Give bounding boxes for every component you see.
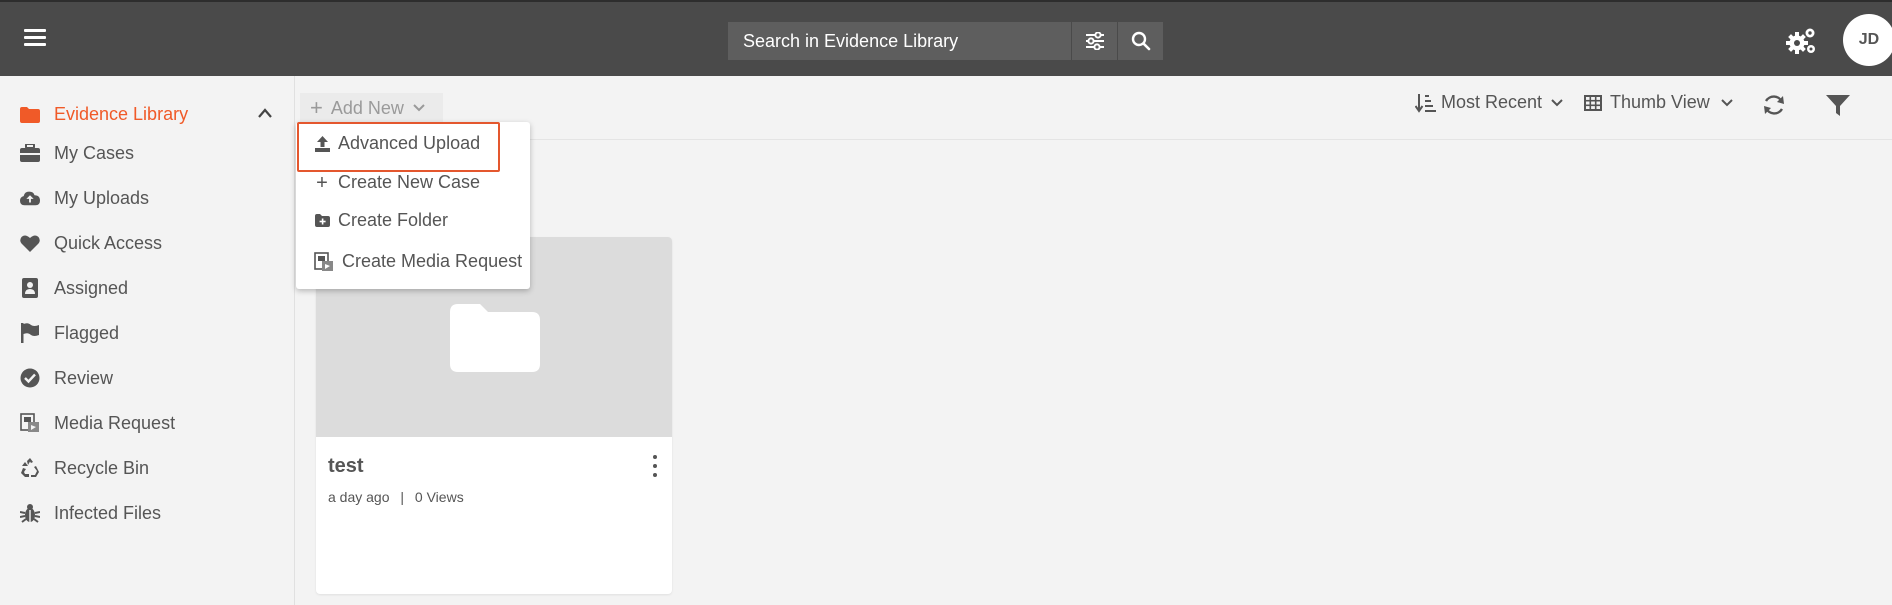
menu-item-label: Create Folder [338,210,449,230]
more-options-icon[interactable] [650,455,660,477]
filter-icon [1826,95,1850,116]
upload-icon [314,135,330,152]
folder-plus-icon [314,214,330,227]
chevron-up-icon[interactable] [257,107,273,119]
filter-button[interactable] [1826,95,1850,117]
menu-item-create-folder[interactable]: Create Folder [314,210,448,231]
sidebar-item-review[interactable]: Review [20,365,113,391]
cloud-upload-icon [20,188,40,208]
menu-item-label: Create Media Request [342,251,523,271]
sidebar-item-label: Media Request [54,412,176,433]
add-new-label: Add New [330,97,404,118]
toolbar-divider [296,139,1892,140]
sidebar-item-media-request[interactable]: Media Request [20,410,175,436]
sidebar: Evidence Library My Cases My Uploads Qui… [0,76,295,605]
chevron-down-icon [413,104,425,112]
hamburger-menu-icon[interactable] [24,29,46,47]
add-new-button[interactable]: + Add New [300,93,443,123]
sidebar-item-label: My Cases [54,142,135,163]
media-request-icon [314,251,334,272]
refresh-button[interactable] [1762,94,1786,116]
card-meta-separator: | [400,489,405,505]
gears-icon[interactable] [1785,26,1817,56]
heart-icon [20,233,40,253]
recycle-icon [20,458,40,478]
sidebar-item-label: My Uploads [54,187,150,208]
briefcase-icon [20,143,40,163]
user-avatar[interactable]: JD [1843,14,1892,66]
sidebar-item-infected-files[interactable]: Infected Files [20,500,161,526]
sidebar-item-label: Assigned [54,277,129,298]
flag-icon [20,323,40,343]
sidebar-item-label: Infected Files [54,502,162,523]
sidebar-head-label: Evidence Library [54,104,189,124]
sidebar-item-quick-access[interactable]: Quick Access [20,230,162,256]
folder-icon [450,304,540,372]
chevron-down-icon [1721,98,1733,106]
sliders-icon [1085,32,1104,50]
card-time: a day ago [328,489,390,505]
card-title: test [328,455,364,477]
top-bar: JD [0,0,1892,76]
menu-item-advanced-upload[interactable]: Advanced Upload [314,133,480,154]
check-circle-icon [20,368,40,388]
sort-dropdown[interactable]: Most Recent [1415,92,1564,113]
add-new-menu: Advanced Upload + Create New Case Create… [296,122,530,289]
card-views: 0 Views [414,489,464,505]
sidebar-item-my-uploads[interactable]: My Uploads [20,185,149,211]
plus-icon: + [310,95,323,120]
sidebar-item-flagged[interactable]: Flagged [20,320,119,346]
sidebar-item-recycle-bin[interactable]: Recycle Bin [20,455,149,481]
menu-item-create-media-request[interactable]: Create Media Request [314,251,522,272]
sidebar-item-label: Quick Access [54,232,163,253]
chevron-down-icon [1551,98,1563,106]
sidebar-item-assigned[interactable]: Assigned [20,275,128,301]
plus-icon: + [316,171,328,194]
refresh-icon [1764,95,1784,115]
view-label: Thumb View [1610,92,1710,112]
bug-icon [20,503,40,523]
card-meta: a day ago | 0 Views [328,489,464,505]
menu-item-create-new-case[interactable]: + Create New Case [314,172,480,193]
menu-item-label: Advanced Upload [338,133,481,153]
folder-card[interactable]: test a day ago | 0 Views [316,237,672,594]
view-dropdown[interactable]: Thumb View [1584,92,1734,113]
folder-icon [20,106,40,123]
sort-label: Most Recent [1441,92,1543,112]
media-request-icon [20,413,40,433]
contact-card-icon [20,278,40,298]
sidebar-item-label: Review [54,367,114,388]
sort-descending-icon [1415,93,1436,113]
search-button[interactable] [1117,22,1163,60]
sidebar-item-label: Flagged [54,322,120,343]
search-filter-button[interactable] [1071,22,1117,60]
search-icon [1131,31,1150,51]
grid-icon [1584,94,1602,111]
search-input[interactable] [728,22,1071,60]
sidebar-item-label: Recycle Bin [54,457,150,478]
menu-item-label: Create New Case [338,172,481,192]
sidebar-item-evidence-library[interactable]: Evidence Library [20,104,188,125]
search-bar [728,22,1163,60]
sidebar-item-my-cases[interactable]: My Cases [20,140,134,166]
